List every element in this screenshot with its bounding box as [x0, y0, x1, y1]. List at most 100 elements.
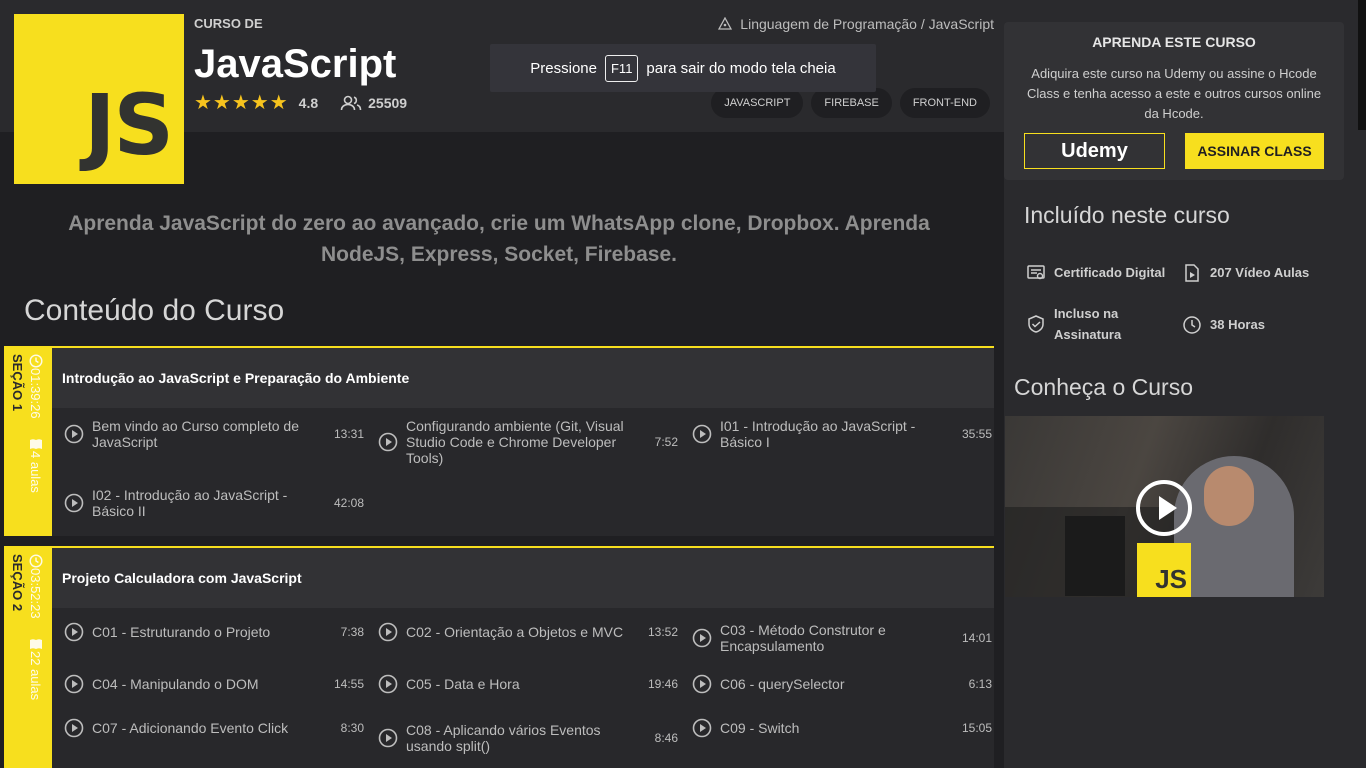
play-circle-icon — [692, 718, 712, 738]
lesson-duration: 6:13 — [968, 677, 992, 691]
know-course-heading: Conheça o Curso — [1014, 374, 1193, 400]
lesson-title: I02 - Introdução ao JavaScript - Básico … — [92, 487, 288, 519]
lesson-item[interactable]: Bem vindo ao Curso completo de JavaScrip… — [64, 418, 364, 450]
section-1-title[interactable]: Introdução ao JavaScript e Preparação do… — [52, 346, 994, 408]
toast-before: Pressione — [530, 59, 597, 77]
video-file-icon — [1185, 263, 1199, 282]
tag-javascript[interactable]: JAVASCRIPT — [711, 88, 804, 118]
lesson-duration: 8:30 — [340, 721, 364, 735]
feature-certificate: Certificado Digital — [1026, 262, 1165, 283]
shield-check-icon — [1028, 315, 1044, 333]
section-2-duration: 03:52:23 — [28, 568, 43, 619]
udemy-logo: Udemy — [1061, 139, 1128, 162]
cta-text: Adiquira este curso na Udemy ou assine o… — [1026, 66, 1322, 121]
lesson-item[interactable]: C04 - Manipulando o DOM 14:55 — [64, 674, 364, 694]
play-circle-icon — [64, 622, 84, 642]
lesson-duration: 7:38 — [340, 625, 364, 639]
course-logo: JS — [14, 14, 184, 184]
lesson-duration: 19:46 — [647, 677, 678, 691]
clock-icon — [28, 354, 43, 368]
feature-hours-label: 38 Horas — [1210, 317, 1265, 332]
play-circle-icon — [378, 622, 398, 642]
lesson-title: C08 - Aplicando vários Eventos usando sp… — [406, 722, 601, 754]
lesson-duration: 7:52 — [654, 435, 678, 449]
play-circle-icon — [692, 674, 712, 694]
lesson-title: C02 - Orientação a Objetos e MVC — [406, 624, 624, 640]
video-bg-screen — [1065, 516, 1125, 596]
rating-stars: ★★★★★ — [194, 92, 289, 114]
feature-certificate-label: Certificado Digital — [1054, 265, 1166, 280]
lesson-item[interactable]: C03 - Método Construtor e Encapsulamento… — [692, 622, 992, 654]
section-2-sidebar: SEÇÃO 2 03:52:23 22 aulas — [4, 546, 52, 768]
breadcrumb-text[interactable]: Linguagem de Programação / JavaScript — [740, 16, 994, 32]
video-bg-head — [1204, 466, 1254, 526]
fullscreen-toast: Pressione F11 para sair do modo tela che… — [490, 44, 876, 92]
lesson-item[interactable]: C07 - Adicionando Evento Click 8:30 — [64, 718, 364, 738]
lesson-duration: 14:55 — [333, 677, 364, 691]
lesson-duration: 15:05 — [961, 721, 992, 735]
course-video-thumbnail[interactable]: JS — [1005, 416, 1324, 597]
lesson-item[interactable]: C06 - querySelector 6:13 — [692, 674, 992, 694]
video-js-badge-text: JS — [1155, 564, 1187, 594]
play-circle-icon — [64, 424, 84, 444]
users-icon — [340, 95, 362, 110]
play-circle-icon — [378, 432, 398, 452]
section-1-lessons-count: 4 aulas — [28, 450, 43, 493]
lesson-title: I01 - Introdução ao JavaScript - Básico … — [720, 418, 916, 450]
lesson-title: C06 - querySelector — [720, 676, 845, 692]
content-heading: Conteúdo do Curso — [24, 294, 285, 327]
section-2-title[interactable]: Projeto Calculadora com JavaScript — [52, 546, 994, 608]
section-1-meta: 01:39:26 4 aulas — [28, 354, 43, 493]
category-icon — [718, 17, 733, 30]
section-2-lessons-count: 22 aulas — [28, 650, 43, 700]
lesson-duration: 14:01 — [961, 631, 992, 645]
feature-hours: 38 Horas — [1182, 314, 1265, 335]
play-circle-icon — [378, 674, 398, 694]
logo-text: JS — [84, 76, 174, 174]
lesson-item[interactable]: I01 - Introdução ao JavaScript - Básico … — [692, 418, 992, 450]
book-icon — [29, 438, 42, 449]
play-icon[interactable] — [1136, 480, 1192, 536]
lesson-item[interactable]: C08 - Aplicando vários Eventos usando sp… — [378, 722, 678, 754]
section-1: SEÇÃO 1 01:39:26 4 aulas Introdução ao J… — [4, 346, 994, 536]
section-1-duration: 01:39:26 — [28, 368, 43, 419]
toast-key: F11 — [604, 54, 639, 82]
lesson-item[interactable]: Configurando ambiente (Git, Visual Studi… — [378, 418, 678, 466]
play-circle-icon — [692, 424, 712, 444]
lesson-duration: 13:52 — [647, 625, 678, 639]
tag-front-end[interactable]: FRONT-END — [899, 88, 990, 118]
lesson-item[interactable]: C05 - Data e Hora 19:46 — [378, 674, 678, 694]
lesson-duration: 35:55 — [961, 427, 992, 441]
udemy-button[interactable]: Udemy — [1024, 133, 1165, 169]
course-title: JavaScript — [194, 42, 397, 86]
feature-videos: 207 Vídeo Aulas — [1182, 262, 1309, 283]
tag-firebase[interactable]: FIREBASE — [811, 88, 892, 118]
lesson-item[interactable]: C01 - Estruturando o Projeto 7:38 — [64, 622, 364, 642]
section-1-label: SEÇÃO 1 — [10, 354, 25, 412]
section-1-sidebar: SEÇÃO 1 01:39:26 4 aulas — [4, 346, 52, 536]
rating-row: ★★★★★ 4.8 25509 — [194, 90, 407, 115]
course-kicker: CURSO DE — [194, 16, 263, 31]
lesson-duration: 8:46 — [654, 731, 678, 745]
clock-icon — [1183, 315, 1201, 334]
cta-box: APRENDA ESTE CURSO Adiquira este curso n… — [1004, 22, 1344, 180]
rating-value: 4.8 — [298, 94, 319, 111]
cta-title: APRENDA ESTE CURSO — [1092, 34, 1256, 50]
play-circle-icon — [692, 628, 712, 648]
section-2-label: SEÇÃO 2 — [10, 554, 25, 612]
feature-videos-label: 207 Vídeo Aulas — [1210, 265, 1310, 280]
breadcrumb[interactable]: Linguagem de Programação / JavaScript — [718, 16, 994, 32]
scrollbar[interactable] — [1358, 0, 1366, 130]
included-heading: Incluído neste curso — [1024, 202, 1230, 228]
lesson-title: Configurando ambiente (Git, Visual Studi… — [406, 418, 624, 466]
assinar-class-button[interactable]: ASSINAR CLASS — [1185, 133, 1324, 169]
lesson-item[interactable]: C02 - Orientação a Objetos e MVC 13:52 — [378, 622, 678, 642]
feature-subscription: Incluso na Assinatura — [1026, 303, 1176, 345]
lesson-title: C01 - Estruturando o Projeto — [92, 624, 271, 640]
lesson-title: C05 - Data e Hora — [406, 676, 520, 692]
book-icon — [29, 638, 42, 649]
lesson-item[interactable]: C09 - Switch 15:05 — [692, 718, 992, 738]
play-circle-icon — [64, 674, 84, 694]
lesson-item[interactable]: I02 - Introdução ao JavaScript - Básico … — [64, 487, 364, 519]
play-circle-icon — [378, 728, 398, 748]
